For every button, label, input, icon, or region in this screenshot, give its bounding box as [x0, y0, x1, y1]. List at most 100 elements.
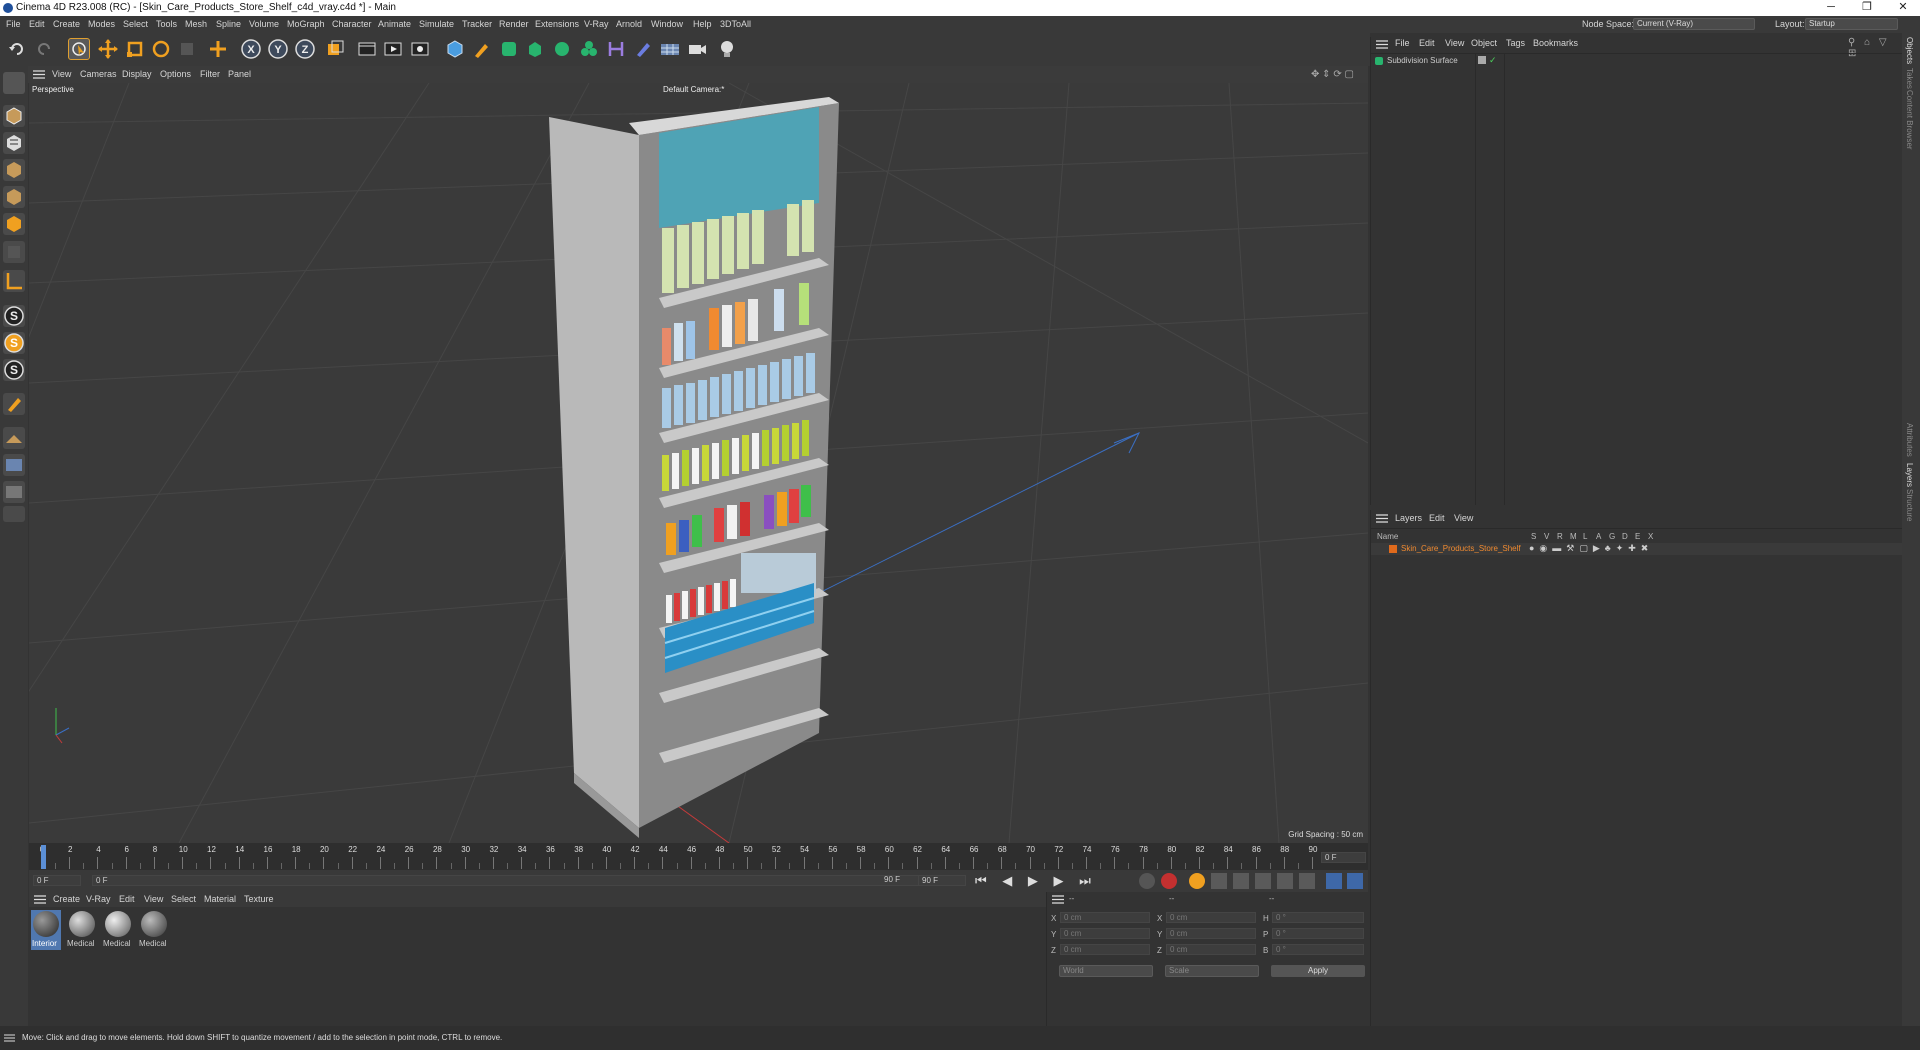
y-axis-icon[interactable]: Y	[267, 38, 289, 60]
menu-simulate[interactable]: Simulate	[419, 19, 454, 29]
playhead[interactable]	[41, 845, 46, 869]
cube-icon[interactable]	[444, 38, 466, 60]
paint-icon[interactable]	[3, 393, 25, 415]
solo-hierarchy-icon[interactable]: S	[3, 359, 25, 381]
polygons-mode-icon[interactable]	[3, 213, 25, 235]
timeline-ruler[interactable]: 0246810121416182022242628303234363840424…	[29, 843, 1368, 871]
workplane-icon[interactable]	[3, 427, 25, 449]
tab-takes[interactable]: Takes	[1905, 68, 1914, 89]
mat-menu-view[interactable]: View	[144, 894, 163, 904]
timeline-window-icon[interactable]	[1347, 873, 1363, 889]
menu-edit[interactable]: Edit	[29, 19, 45, 29]
world-coordinates-icon[interactable]	[324, 38, 346, 60]
key-rotation-icon[interactable]	[1255, 873, 1271, 889]
menu-volume[interactable]: Volume	[249, 19, 279, 29]
maximize-button[interactable]: ❐	[1852, 0, 1882, 16]
menu-animate[interactable]: Animate	[378, 19, 411, 29]
tab-objects[interactable]: Objects	[1905, 37, 1914, 64]
add-tool-icon[interactable]	[207, 38, 229, 60]
viewport-menu-filter[interactable]: Filter	[200, 69, 220, 79]
render-region-icon[interactable]	[356, 38, 378, 60]
axis-mode-icon[interactable]	[3, 270, 25, 292]
move-icon[interactable]	[97, 38, 119, 60]
minimize-button[interactable]: ─	[1816, 0, 1846, 16]
pos-z-field[interactable]: 0 cm	[1060, 944, 1150, 955]
floor-icon[interactable]	[659, 38, 681, 60]
store-shelf-model[interactable]	[549, 97, 839, 838]
subdivision-icon[interactable]	[498, 38, 520, 60]
viewport-menu-panel[interactable]: Panel	[228, 69, 251, 79]
size-z-field[interactable]: 0 cm	[1166, 944, 1256, 955]
status-menu-icon[interactable]	[4, 1034, 15, 1042]
locked-workplane-icon[interactable]	[3, 481, 25, 503]
rot-p-field[interactable]: 0 °	[1272, 928, 1364, 939]
viewport-menu-display[interactable]: Display	[122, 69, 152, 79]
tab-structure[interactable]: Structure	[1905, 489, 1914, 521]
viewport-nav-icons[interactable]: ✥ ⇕ ⟳ ▢	[1311, 69, 1354, 80]
autokey-icon[interactable]	[1139, 873, 1155, 889]
redo-icon[interactable]	[35, 41, 53, 57]
key-position-icon[interactable]	[1211, 873, 1227, 889]
grid-workplane-icon[interactable]	[3, 454, 25, 476]
layer-row[interactable]: Skin_Care_Products_Store_Shelf ●◉▬⚒▢▶♣✦✚…	[1371, 543, 1903, 555]
coordinate-system-select[interactable]: World	[1059, 965, 1153, 977]
material-swatch[interactable]: Medical	[139, 910, 169, 950]
solo-icon[interactable]: S	[3, 332, 25, 354]
layers-hamburger-icon[interactable]	[1376, 514, 1388, 523]
mat-menu-texture[interactable]: Texture	[244, 894, 274, 904]
coords-hamburger-icon[interactable]	[1052, 895, 1064, 904]
tab-attributes[interactable]: Attributes	[1905, 423, 1914, 457]
material-hamburger-icon[interactable]	[34, 895, 46, 904]
object-enabled-check-icon[interactable]: ✓	[1489, 55, 1497, 66]
menu-tracker[interactable]: Tracker	[462, 19, 492, 29]
close-button[interactable]: ✕	[1888, 0, 1918, 16]
tab-layers[interactable]: Layers	[1905, 463, 1914, 487]
make-editable-icon[interactable]	[3, 72, 25, 94]
size-mode-select[interactable]: Scale	[1165, 965, 1259, 977]
menu-extensions[interactable]: Extensions	[535, 19, 579, 29]
menu-3dtoall[interactable]: 3DToAll	[720, 19, 751, 29]
points-mode-icon[interactable]	[3, 159, 25, 181]
key-pla-icon[interactable]	[1299, 873, 1315, 889]
menu-select[interactable]: Select	[123, 19, 148, 29]
obj-search-icons[interactable]: ⚲ ⌂ ▽ ⊞	[1848, 37, 1902, 59]
obj-menu-edit[interactable]: Edit	[1419, 38, 1435, 48]
objects-hamburger-icon[interactable]	[1376, 40, 1388, 49]
start-frame-field[interactable]: 0 F	[33, 875, 81, 886]
tab-content-browser[interactable]: Content Browser	[1905, 90, 1914, 150]
menu-modes[interactable]: Modes	[88, 19, 115, 29]
perspective-viewport[interactable]: Perspective Default Camera:* Grid Spacin…	[29, 83, 1368, 843]
viewport-menu-view[interactable]: View	[52, 69, 71, 79]
menu-create[interactable]: Create	[53, 19, 80, 29]
rot-h-field[interactable]: 0 °	[1272, 912, 1364, 923]
live-selection-icon[interactable]	[68, 38, 90, 60]
mat-menu-vray[interactable]: V-Ray	[86, 894, 111, 904]
pos-x-field[interactable]: 0 cm	[1060, 912, 1150, 923]
layer-menu-view[interactable]: View	[1454, 513, 1473, 523]
material-swatch[interactable]: Interior	[31, 910, 61, 950]
menu-character[interactable]: Character	[332, 19, 372, 29]
size-x-field[interactable]: 0 cm	[1166, 912, 1256, 923]
undo-icon[interactable]	[8, 41, 26, 57]
deformer-icon[interactable]	[605, 38, 627, 60]
rotate-icon[interactable]	[150, 38, 172, 60]
playback-controls[interactable]: ⏮ ◀ ▶ ▶ ⏭	[975, 873, 1097, 889]
material-swatch[interactable]: Medical	[103, 910, 133, 950]
obj-menu-tags[interactable]: Tags	[1506, 38, 1525, 48]
layer-menu-edit[interactable]: Edit	[1429, 513, 1445, 523]
layer-menu-layers[interactable]: Layers	[1395, 513, 1422, 523]
viewport-scene[interactable]	[29, 83, 1368, 843]
menu-tools[interactable]: Tools	[156, 19, 177, 29]
menu-help[interactable]: Help	[693, 19, 712, 29]
edges-mode-icon[interactable]	[3, 186, 25, 208]
menu-arnold[interactable]: Arnold	[616, 19, 642, 29]
motion-path-icon[interactable]	[1326, 873, 1342, 889]
pos-y-field[interactable]: 0 cm	[1060, 928, 1150, 939]
x-axis-icon[interactable]: X	[240, 38, 262, 60]
key-scale-icon[interactable]	[1233, 873, 1249, 889]
obj-menu-file[interactable]: File	[1395, 38, 1410, 48]
viewport-menu-options[interactable]: Options	[160, 69, 191, 79]
obj-menu-bookmarks[interactable]: Bookmarks	[1533, 38, 1578, 48]
mat-menu-create[interactable]: Create	[53, 894, 80, 904]
obj-menu-object[interactable]: Object	[1471, 38, 1497, 48]
